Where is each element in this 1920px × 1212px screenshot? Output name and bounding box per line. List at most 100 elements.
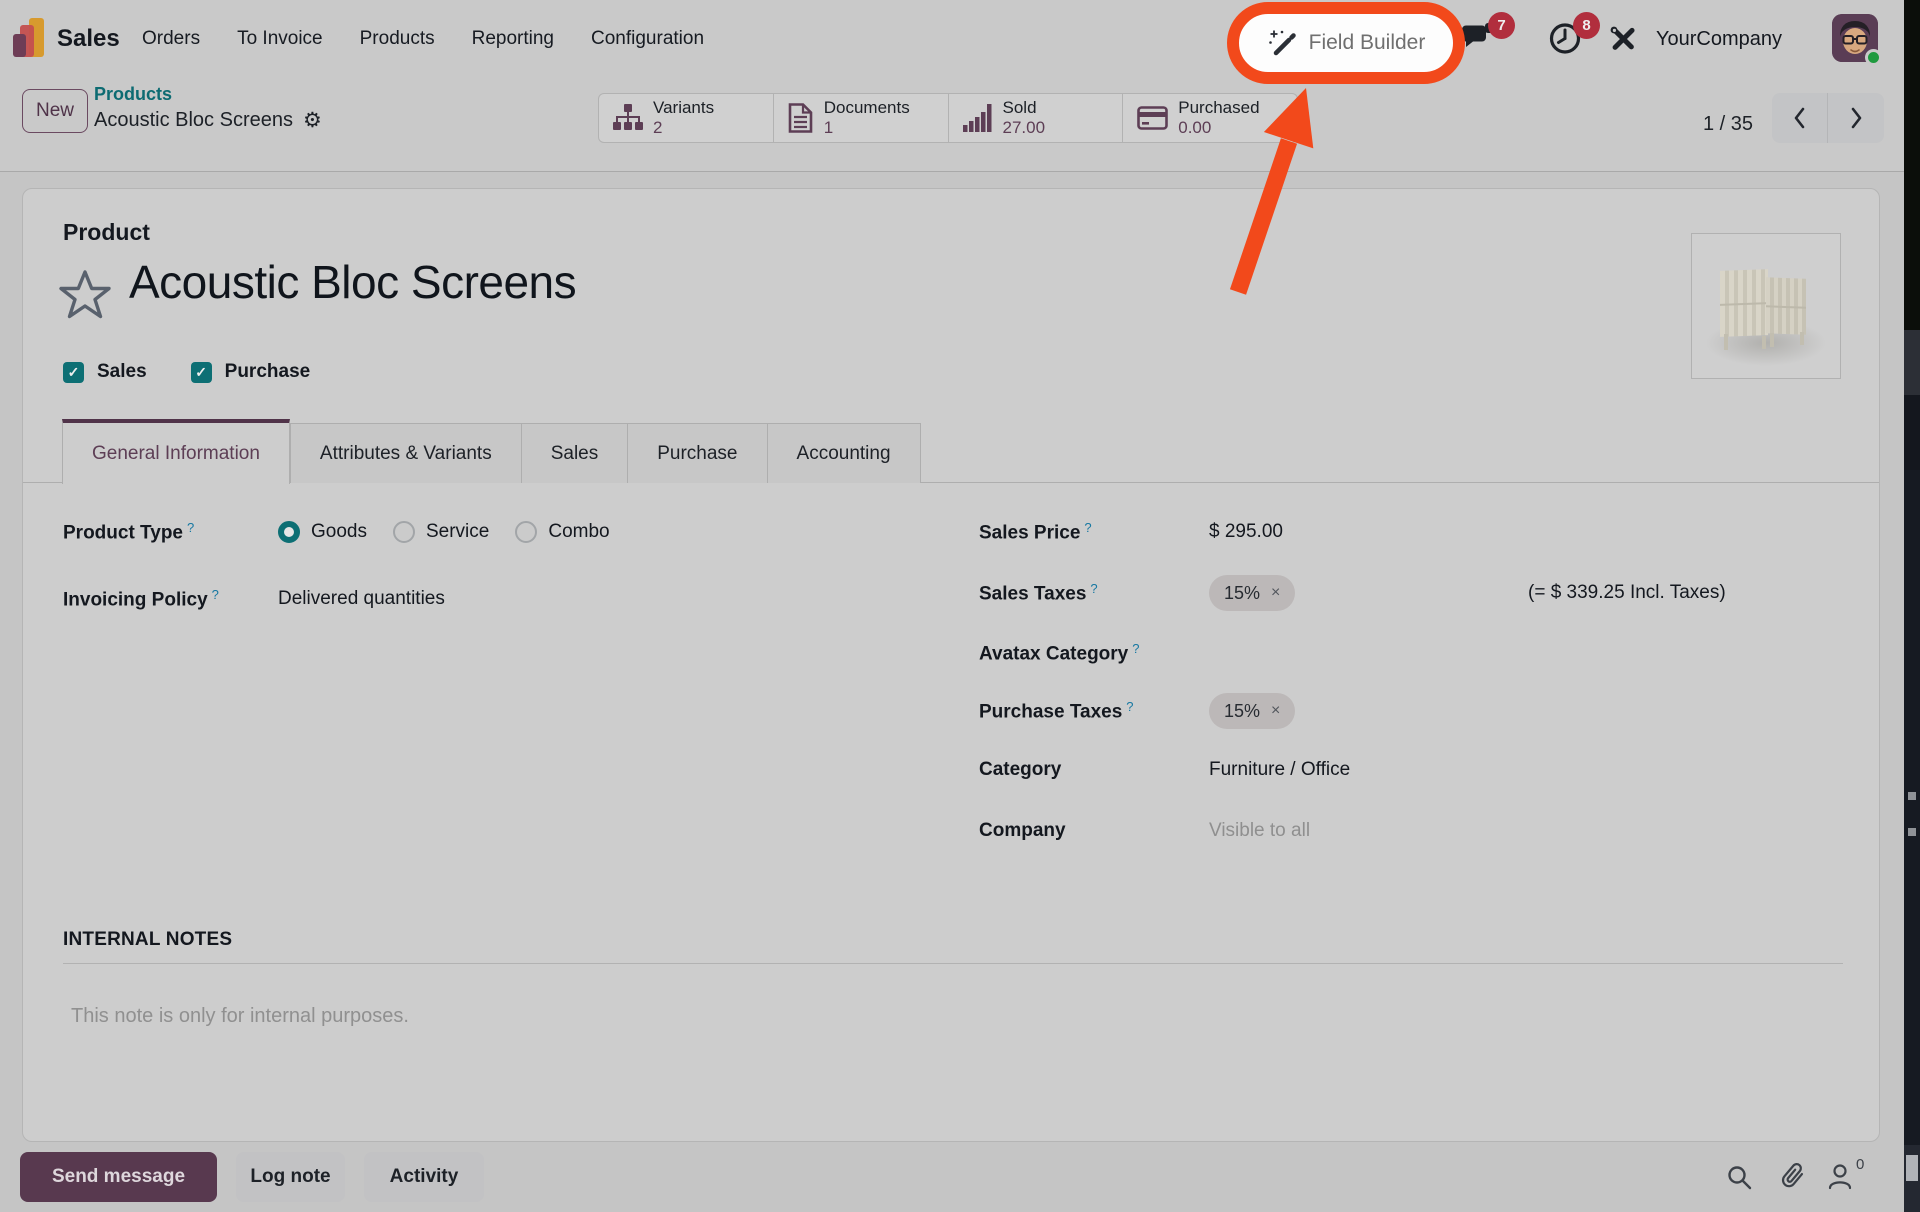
pager-counter: 1 / 35 [1690,113,1766,136]
menu-products[interactable]: Products [360,28,435,50]
menu-orders[interactable]: Orders [142,28,200,50]
field-company: Company Visible to all [979,811,1310,851]
background-window-edge [1904,0,1920,330]
breadcrumb-current: Acoustic Bloc Screens [94,109,293,132]
tab-general-information[interactable]: General Information [62,419,290,484]
stat-button-purchased[interactable]: Purchased 0.00 [1123,94,1297,142]
field-sales-price: Sales Price? $ 295.00 [979,512,1283,552]
stat-label: Variants [653,98,714,118]
pager-next-button[interactable] [1828,93,1884,143]
internal-notes-heading: INTERNAL NOTES [63,929,232,951]
radio-selected-icon[interactable] [278,521,300,543]
menu-configuration[interactable]: Configuration [591,28,704,50]
help-icon[interactable]: ? [1126,699,1133,714]
menu-reporting[interactable]: Reporting [472,28,554,50]
followers-count: 0 [1856,1156,1864,1173]
help-icon[interactable]: ? [187,520,194,535]
credit-card-icon [1137,106,1168,130]
radio-service[interactable]: Service [393,521,489,543]
activity-button[interactable]: Activity [364,1152,484,1202]
help-icon[interactable]: ? [1090,581,1097,596]
tab-accounting[interactable]: Accounting [768,423,921,483]
company-value-placeholder[interactable]: Visible to all [1209,820,1310,842]
help-icon[interactable]: ? [212,587,219,602]
radio-combo[interactable]: Combo [515,521,609,543]
breadcrumb-products-link[interactable]: Products [94,84,322,105]
field-category: Category Furniture / Office [979,750,1350,790]
product-form-sheet: Product Acoustic Bloc Screens ✓ Sales ✓ … [22,188,1880,1142]
control-panel: New Products Acoustic Bloc Screens ⚙ Var… [0,78,1904,172]
field-sales-taxes: Sales Taxes? 15% × [979,573,1295,613]
document-icon [788,103,814,133]
field-builder-button[interactable]: Field Builder [1227,2,1465,84]
toggle-sales[interactable]: ✓ Sales [63,361,147,383]
acoustic-screen-panel [1720,269,1768,337]
stat-button-sold[interactable]: Sold 27.00 [949,94,1124,142]
radio-unselected-icon[interactable] [393,521,415,543]
stat-value: 1 [824,118,910,138]
bar-chart-icon [963,104,993,132]
gear-icon[interactable]: ⚙ [303,108,322,132]
online-status-dot [1865,49,1882,66]
stat-button-variants[interactable]: Variants 2 [599,94,774,142]
developer-tools-icon[interactable] [1608,24,1638,59]
tab-purchase[interactable]: Purchase [628,423,767,483]
radio-goods[interactable]: Goods [278,521,367,543]
attachment-paperclip-icon[interactable] [1778,1161,1808,1198]
tag-remove-icon[interactable]: × [1271,584,1280,602]
activities-badge: 8 [1573,12,1600,39]
sales-app-logo-icon[interactable] [13,18,49,58]
main-menu: Orders To Invoice Products Reporting Con… [142,0,704,78]
chevron-right-icon [1845,105,1867,131]
sales-purchase-toggles: ✓ Sales ✓ Purchase [63,361,310,383]
checkbox-checked-icon[interactable]: ✓ [191,362,212,383]
stat-value: 0.00 [1178,118,1259,138]
invoicing-policy-value[interactable]: Delivered quantities [278,588,445,610]
stat-label: Purchased [1178,98,1259,118]
send-message-button[interactable]: Send message [20,1152,217,1202]
background-window-edge [1904,395,1920,470]
log-note-button[interactable]: Log note [236,1152,345,1202]
product-name[interactable]: Acoustic Bloc Screens [129,255,576,309]
background-window-detail [1906,1155,1918,1181]
background-window-detail [1908,828,1916,836]
field-invoicing-policy: Invoicing Policy? Delivered quantities [63,579,445,619]
tab-sales[interactable]: Sales [522,423,629,483]
search-messages-icon[interactable] [1726,1164,1753,1196]
top-navbar: Sales Orders To Invoice Products Reporti… [0,0,1904,78]
pager-previous-button[interactable] [1772,93,1828,143]
help-icon[interactable]: ? [1132,641,1139,656]
product-image[interactable] [1691,233,1841,379]
checkbox-checked-icon[interactable]: ✓ [63,362,84,383]
background-window-edge [1904,470,1920,1145]
internal-notes-placeholder[interactable]: This note is only for internal purposes. [71,1005,409,1028]
magic-wand-icon [1267,28,1297,58]
sales-tax-tag[interactable]: 15% × [1209,575,1295,611]
sales-price-value[interactable]: $ 295.00 [1209,521,1283,543]
tab-attributes-variants[interactable]: Attributes & Variants [290,423,522,483]
field-product-type: Product Type? Goods Service Combo [63,512,610,552]
record-kind-label: Product [63,219,150,246]
odoo-sales-product-screen: Sales Orders To Invoice Products Reporti… [0,0,1920,1212]
acoustic-screen-panel [1766,277,1806,334]
toggle-purchase[interactable]: ✓ Purchase [191,361,311,383]
menu-to-invoice[interactable]: To Invoice [237,28,323,50]
radio-unselected-icon[interactable] [515,521,537,543]
help-icon[interactable]: ? [1084,520,1091,535]
stat-button-documents[interactable]: Documents 1 [774,94,949,142]
breadcrumb: Products Acoustic Bloc Screens ⚙ [94,84,322,132]
field-purchase-taxes: Purchase Taxes? 15% × [979,691,1295,731]
stat-value: 27.00 [1003,118,1046,138]
tag-remove-icon[interactable]: × [1271,702,1280,720]
purchase-tax-tag[interactable]: 15% × [1209,693,1295,729]
category-value[interactable]: Furniture / Office [1209,759,1350,781]
new-button[interactable]: New [22,89,88,133]
field-avatax-category: Avatax Category? [979,633,1209,673]
notes-divider [63,963,1843,964]
followers-icon[interactable] [1826,1162,1854,1195]
favorite-star-icon[interactable] [59,269,111,324]
user-avatar[interactable] [1832,14,1878,62]
stat-button-group: Variants 2 Documents 1 [598,93,1298,143]
company-switcher[interactable]: YourCompany [1656,0,1782,78]
app-name[interactable]: Sales [57,0,120,78]
